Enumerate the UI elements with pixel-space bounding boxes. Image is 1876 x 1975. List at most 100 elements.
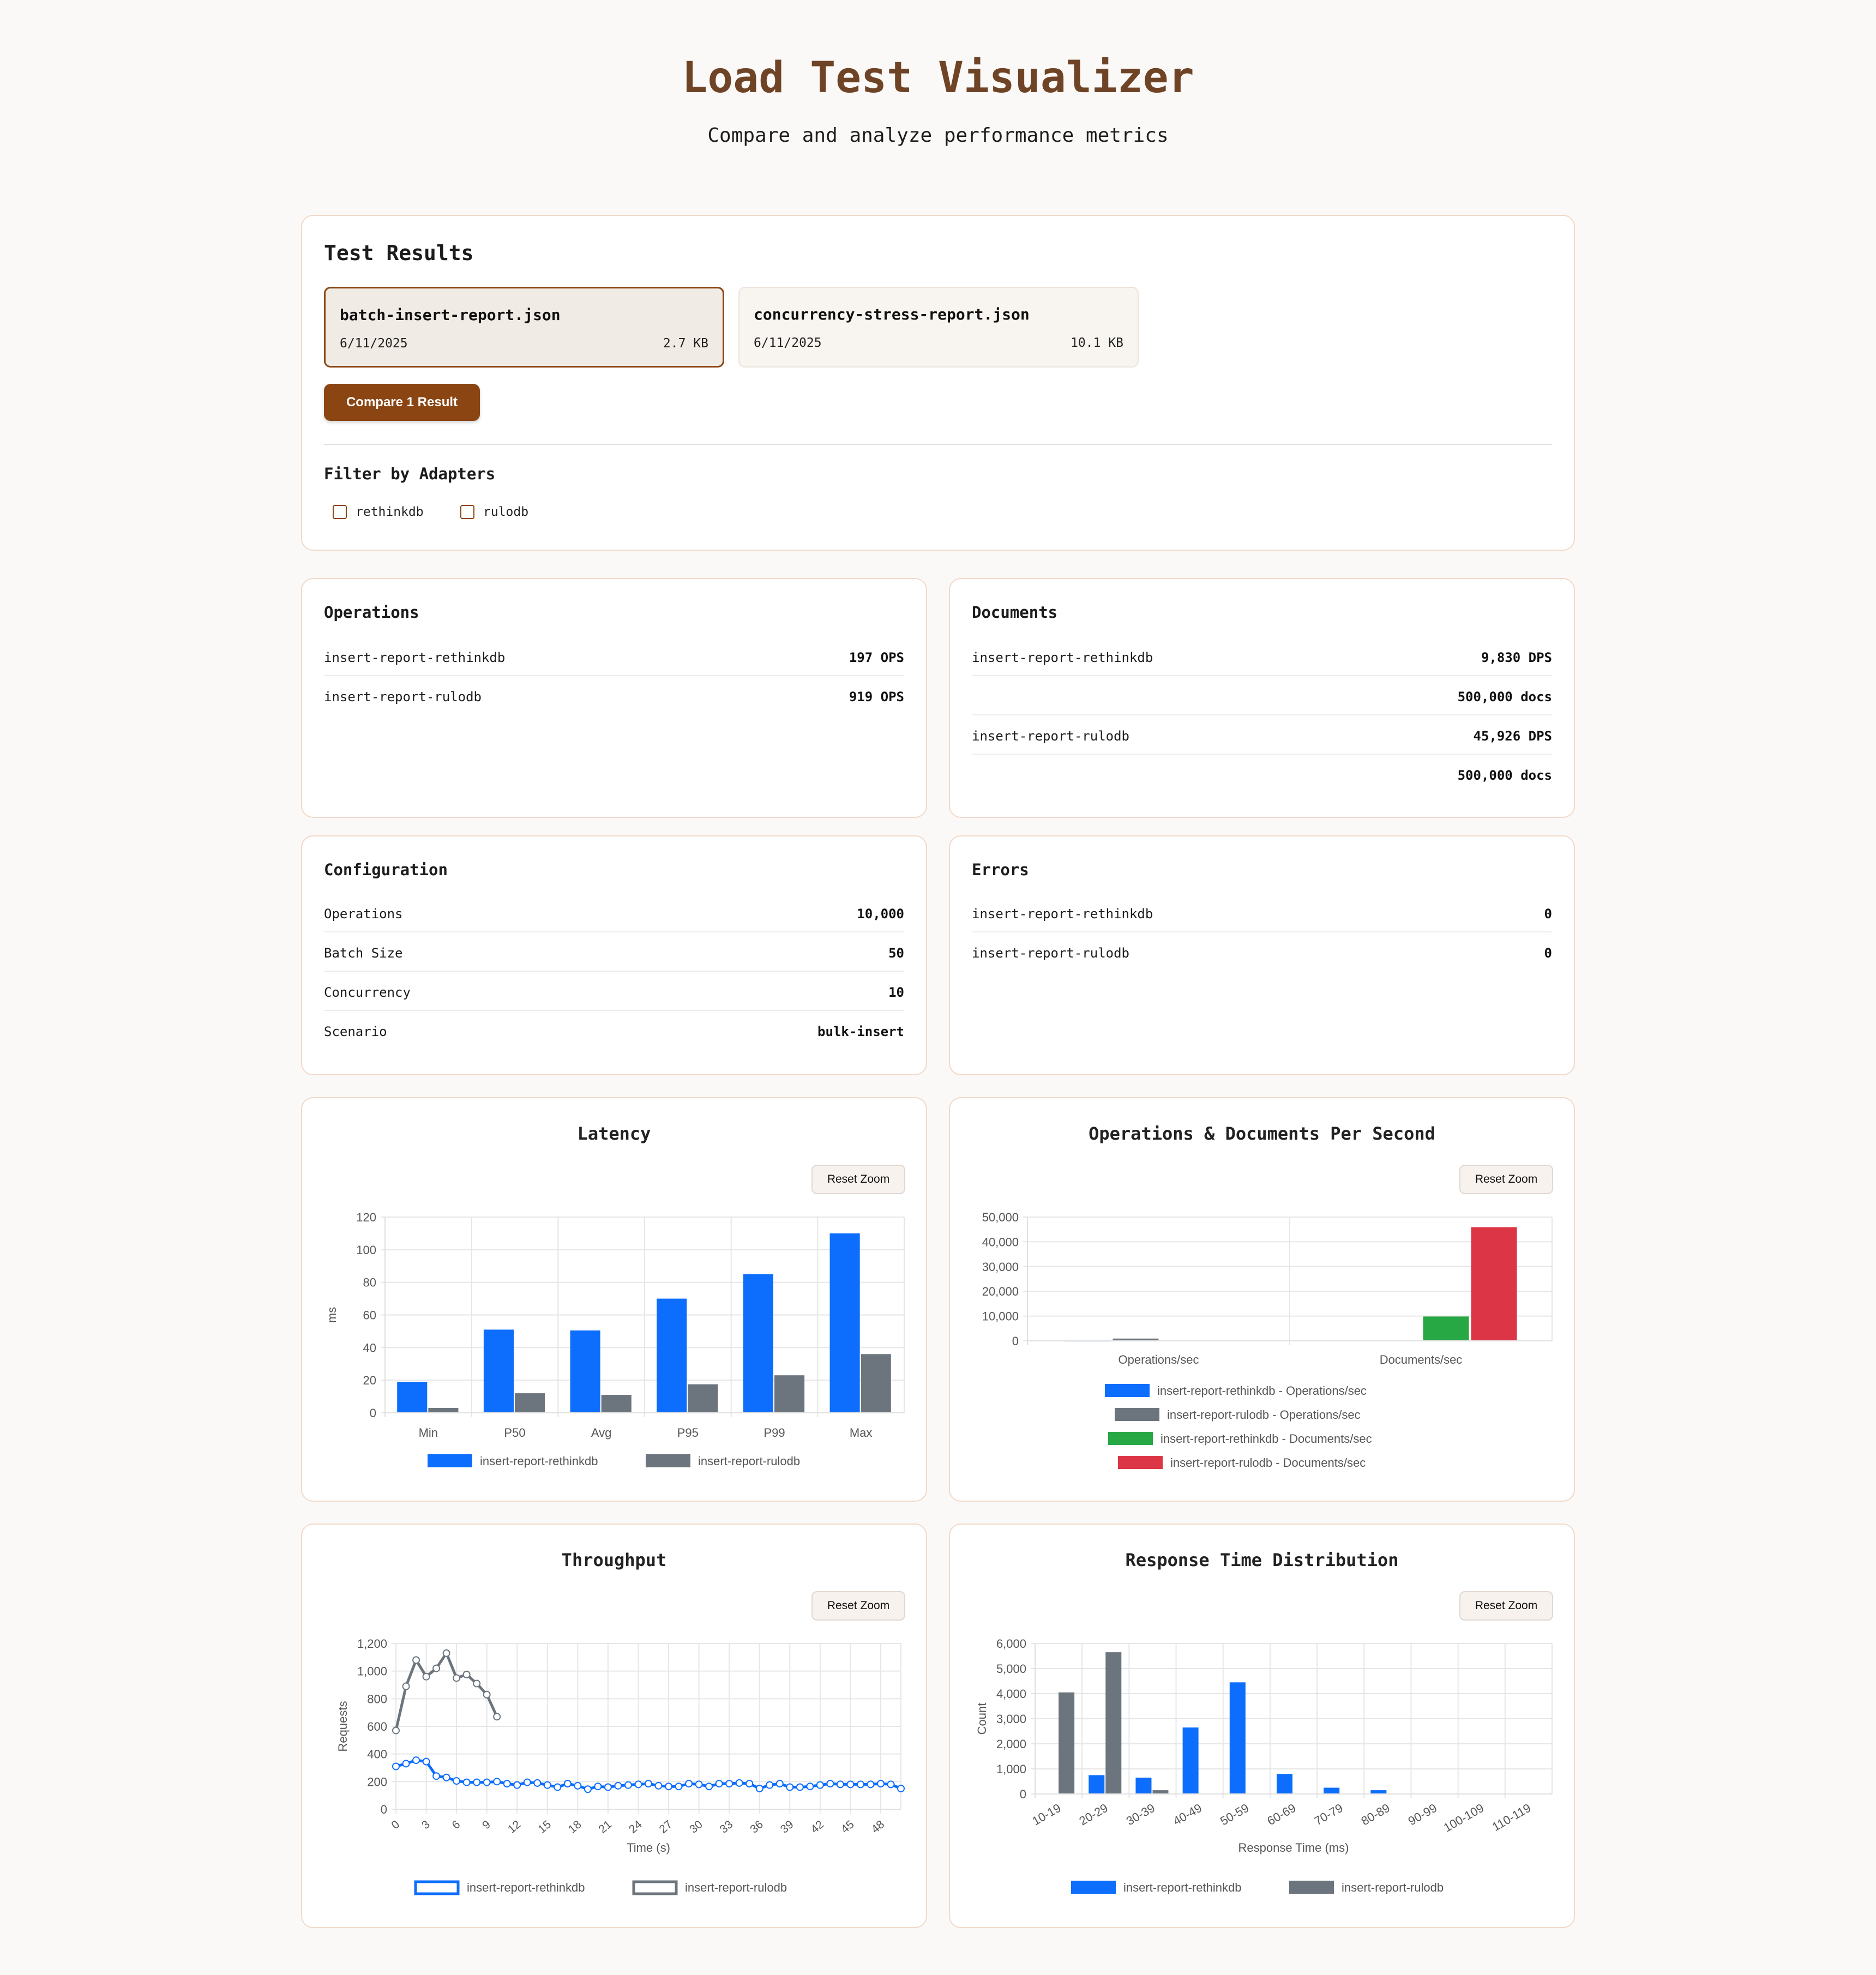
errors-title: Errors — [972, 860, 1029, 879]
bar — [1276, 1774, 1292, 1794]
data-point — [453, 1674, 461, 1682]
y-tick-label: 0 — [370, 1406, 376, 1420]
bar — [1182, 1727, 1199, 1794]
y-tick-label: 60 — [363, 1309, 376, 1322]
data-point — [493, 1713, 501, 1721]
data-point — [402, 1760, 410, 1768]
data-point — [614, 1781, 622, 1790]
legend-swatch — [414, 1880, 460, 1895]
x-tick-label: Operations/sec — [1119, 1353, 1199, 1366]
data-point — [796, 1783, 804, 1791]
data-point — [867, 1780, 875, 1789]
row-value: 197 OPS — [849, 650, 904, 665]
data-point — [523, 1778, 531, 1786]
row-key: insert-report-rethinkdb — [972, 906, 1153, 922]
configuration-title: Configuration — [324, 860, 448, 879]
y-tick-label: 50,000 — [982, 1211, 1019, 1224]
data-point — [705, 1783, 713, 1791]
data-point — [473, 1778, 481, 1786]
row-key: insert-report-rethinkdb — [324, 650, 506, 665]
y-tick-label: 600 — [367, 1720, 387, 1733]
data-point — [775, 1780, 784, 1788]
y-tick-label: 10,000 — [982, 1310, 1019, 1323]
x-tick-label: 36 — [748, 1818, 766, 1836]
data-point — [493, 1778, 501, 1786]
operations-row: insert-report-rethinkdb 197 OPS — [324, 637, 904, 676]
documents-row: insert-report-rulodb 45,926 DPS — [972, 715, 1552, 755]
y-tick-label: 400 — [367, 1748, 387, 1761]
bar — [688, 1384, 718, 1413]
data-point — [856, 1780, 864, 1789]
x-tick-label: 110-119 — [1490, 1801, 1534, 1834]
x-tick-label: 50-59 — [1218, 1801, 1251, 1828]
x-tick-label: 0 — [389, 1818, 402, 1832]
x-tick-label: Documents/sec — [1380, 1353, 1463, 1366]
ops-docs-chart[interactable]: 010,00020,00030,00040,00050,000Operation… — [950, 1098, 1576, 1503]
data-point — [483, 1690, 491, 1699]
x-tick-label: 21 — [596, 1818, 614, 1836]
legend-swatch — [632, 1880, 678, 1895]
data-point — [735, 1779, 743, 1787]
bar — [829, 1233, 860, 1413]
operations-card: Operations insert-report-rethinkdb 197 OP… — [301, 578, 927, 818]
data-point — [685, 1780, 693, 1788]
file-tile-batch-insert[interactable]: batch-insert-report.json 6/11/2025 2.7 K… — [324, 287, 724, 368]
row-value: 500,000 docs — [1457, 768, 1552, 783]
bar — [743, 1274, 773, 1413]
bar — [1324, 1787, 1340, 1794]
response-time-chart-card: Response Time Distribution Reset Zoom 01… — [949, 1524, 1575, 1928]
errors-card: Errors insert-report-rethinkdb 0 insert-r… — [949, 835, 1575, 1075]
row-key: insert-report-rulodb — [972, 728, 1129, 744]
y-tick-label: 1,000 — [996, 1762, 1026, 1776]
x-tick-label: 9 — [480, 1818, 493, 1832]
x-tick-label: 27 — [657, 1818, 675, 1836]
y-tick-label: 40 — [363, 1341, 376, 1354]
data-point — [432, 1772, 441, 1780]
checkbox-icon[interactable] — [333, 505, 347, 519]
divider — [324, 444, 1552, 445]
legend-label: insert-report-rethinkdb - Documents/sec — [1161, 1432, 1372, 1446]
x-tick-label: 33 — [718, 1818, 736, 1836]
x-tick-label: 42 — [808, 1818, 826, 1836]
adapter-checkbox-rethinkdb[interactable]: rethinkdb — [333, 505, 424, 519]
legend-label: insert-report-rulodb — [685, 1881, 787, 1894]
data-point — [412, 1656, 420, 1664]
data-point — [897, 1785, 905, 1792]
adapter-checkbox-rulodb[interactable]: rulodb — [460, 505, 528, 519]
data-point — [453, 1777, 461, 1785]
errors-row: insert-report-rethinkdb 0 — [972, 893, 1552, 932]
legend-swatch — [1115, 1408, 1159, 1421]
x-tick-label: 24 — [627, 1818, 645, 1836]
bar — [1059, 1692, 1075, 1794]
bar — [861, 1354, 891, 1413]
row-key: Concurrency — [324, 985, 411, 1000]
page-title: Load Test Visualizer — [682, 53, 1194, 103]
file-date: 6/11/2025 — [754, 336, 822, 350]
legend-swatch — [1071, 1881, 1116, 1894]
data-point — [604, 1783, 612, 1791]
compare-button[interactable]: Compare 1 Result — [324, 384, 480, 421]
data-point — [554, 1783, 562, 1791]
response-time-chart[interactable]: 0 1,000 2,000 3,000 4,000 5,000 6,000 Count 10-1… — [950, 1525, 1576, 1929]
checkbox-icon[interactable] — [460, 505, 474, 519]
y-tick-label: 80 — [363, 1276, 376, 1290]
data-point — [806, 1783, 814, 1791]
ops-docs-chart-card: Operations & Documents Per Second Reset … — [949, 1097, 1575, 1502]
data-point — [432, 1664, 441, 1672]
documents-row: insert-report-rethinkdb 9,830 DPS — [972, 637, 1552, 676]
throughput-chart[interactable]: 02004006008001,0001,200Requests0 3 6 9 12 15 1… — [302, 1525, 928, 1929]
data-point — [392, 1726, 400, 1735]
y-tick-label: 100 — [356, 1243, 376, 1257]
data-point — [594, 1783, 602, 1791]
y-tick-label: 2,000 — [996, 1737, 1026, 1751]
y-tick-label: 5,000 — [996, 1662, 1026, 1676]
data-point — [442, 1773, 450, 1781]
file-tile-concurrency-stress[interactable]: concurrency-stress-report.json 6/11/2025… — [738, 287, 1139, 368]
latency-chart[interactable]: 0 20 40 60 80 100 120 ms Min P50 Avg P95 P99 Max inser… — [302, 1098, 928, 1503]
y-tick-label: 4,000 — [996, 1687, 1026, 1701]
y-tick-label: 20 — [363, 1374, 376, 1387]
x-tick-label: 80-89 — [1359, 1801, 1392, 1828]
data-point — [574, 1781, 582, 1790]
legend-label: insert-report-rethinkdb - Operations/sec — [1157, 1384, 1367, 1398]
test-results-title: Test Results — [324, 241, 474, 265]
